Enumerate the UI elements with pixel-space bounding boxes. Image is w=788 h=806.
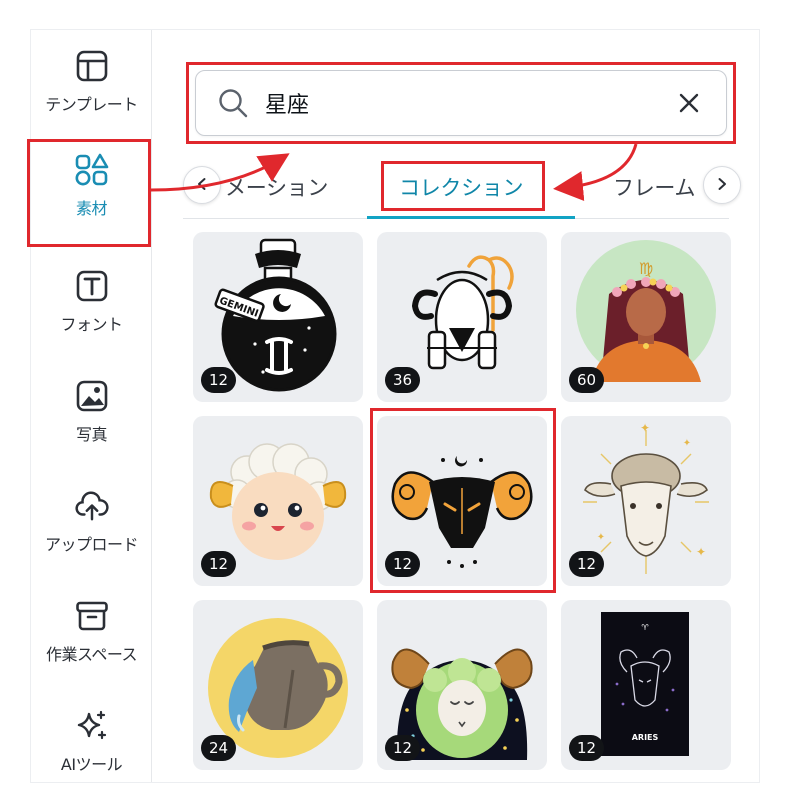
count-badge: 36 — [385, 367, 421, 393]
chevron-right-icon — [715, 176, 729, 195]
sidebar-item-label: 素材 — [75, 199, 108, 218]
count-badge: 12 — [201, 551, 237, 577]
collection-card-aries-tarot[interactable]: ♈ ARIES 12 — [561, 600, 731, 770]
count-badge: 60 — [569, 367, 605, 393]
sidebar-item-label: AIツール — [60, 755, 123, 774]
tab-frame[interactable]: フレーム — [613, 172, 695, 202]
collection-card-gemini[interactable]: GEMINI 12 — [193, 232, 363, 402]
svg-text:✦: ✦ — [640, 421, 650, 435]
tab-animation[interactable]: メーション — [225, 172, 328, 202]
tab-collection[interactable]: コレクション — [399, 172, 524, 202]
search-icon — [217, 87, 249, 119]
app-frame: テンプレート 素材 フォント 写真 アップロード 作業スペース AIツール 星座… — [31, 30, 759, 782]
tab-scroll-left-button[interactable] — [183, 166, 221, 204]
collection-card-green-ram[interactable]: 12 — [377, 600, 547, 770]
count-badge: 24 — [201, 735, 237, 761]
sidebar-item-fonts[interactable]: フォント — [31, 250, 152, 354]
sidebar-item-uploads[interactable]: アップロード — [31, 470, 152, 574]
elements-shapes-icon — [75, 153, 109, 187]
svg-text:✦: ✦ — [696, 545, 706, 559]
svg-text:✦: ✦ — [597, 532, 605, 543]
sparkle-ai-icon — [75, 709, 109, 743]
sidebar-item-label: アップロード — [44, 535, 139, 554]
collection-card-sheep-sunburst[interactable]: ✦ ✦ ✦ ✦ 12 — [561, 416, 731, 586]
svg-text:♍: ♍ — [639, 259, 653, 278]
collection-card-aquarius[interactable]: 24 — [193, 600, 363, 770]
count-badge: 12 — [569, 551, 605, 577]
chevron-left-icon — [195, 176, 209, 195]
search-input[interactable] — [265, 90, 674, 116]
sidebar-item-label: 写真 — [75, 425, 108, 444]
count-badge: 12 — [201, 367, 237, 393]
count-badge: 12 — [569, 735, 605, 761]
sidebar-item-photos[interactable]: 写真 — [31, 360, 152, 464]
search-bar[interactable] — [195, 70, 727, 136]
collection-card-virgo[interactable]: ♍ 60 — [561, 232, 731, 402]
collection-card-black-ram[interactable]: 12 — [377, 416, 547, 586]
sidebar-item-label: フォント — [60, 315, 123, 334]
svg-text:ARIES: ARIES — [632, 733, 659, 742]
sidebar: テンプレート 素材 フォント 写真 アップロード 作業スペース AIツール — [31, 30, 152, 782]
sidebar-item-workspace[interactable]: 作業スペース — [31, 580, 152, 684]
close-icon[interactable] — [674, 88, 704, 118]
collection-card-cute-sheep[interactable]: 12 — [193, 416, 363, 586]
photo-image-icon — [75, 379, 109, 413]
count-badge: 12 — [385, 551, 421, 577]
svg-text:✦: ✦ — [683, 438, 691, 449]
template-layout-icon — [75, 49, 109, 83]
active-tab-indicator — [367, 216, 575, 219]
tab-scroll-right-button[interactable] — [703, 166, 741, 204]
sidebar-item-elements[interactable]: 素材 — [31, 134, 152, 238]
text-t-icon — [75, 269, 109, 303]
count-badge: 12 — [385, 735, 421, 761]
svg-text:♈: ♈ — [641, 623, 648, 632]
main-panel: メーション コレクション フレーム — [153, 30, 759, 782]
sidebar-item-ai-tools[interactable]: AIツール — [31, 690, 152, 782]
cloud-upload-icon — [74, 489, 109, 523]
sidebar-item-templates[interactable]: テンプレート — [31, 30, 152, 134]
sidebar-item-label: テンプレート — [45, 95, 138, 114]
sidebar-item-label: 作業スペース — [45, 645, 138, 664]
collection-card-aries-line[interactable]: 36 — [377, 232, 547, 402]
archive-box-icon — [75, 599, 109, 633]
category-tabs: メーション コレクション フレーム — [183, 154, 759, 220]
